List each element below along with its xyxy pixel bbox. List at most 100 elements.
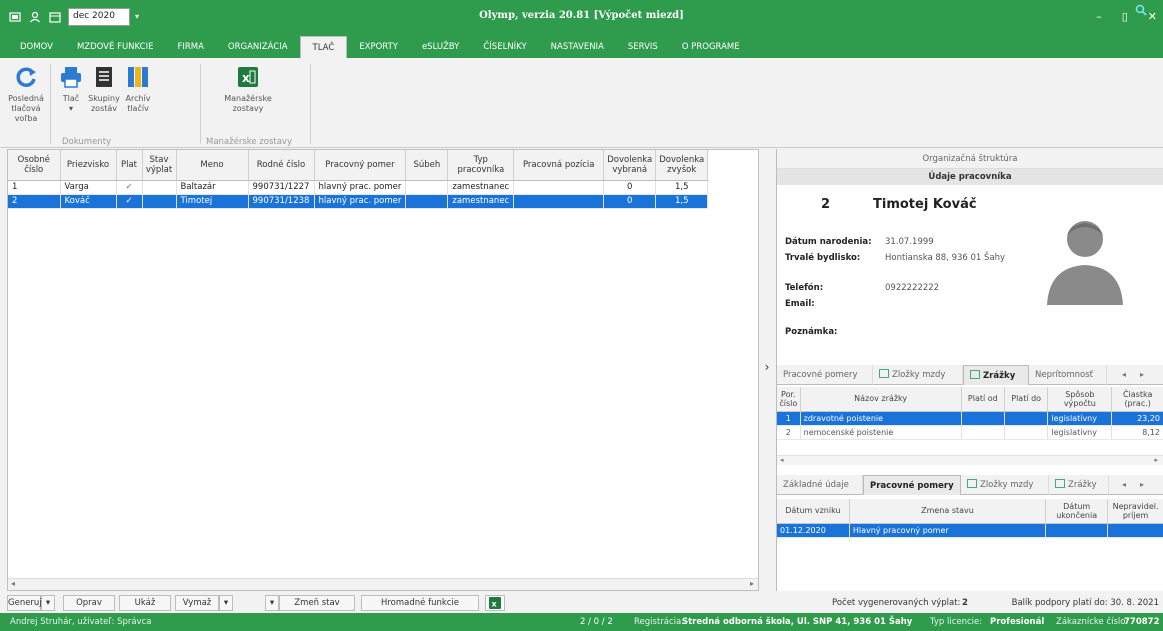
forms-archive-button[interactable]: Archív tlačív xyxy=(122,64,154,114)
menu-tab-0[interactable]: DOMOV xyxy=(8,36,65,58)
binders-icon xyxy=(128,67,148,87)
col-header-plat[interactable]: Plat xyxy=(116,150,143,181)
show-button[interactable]: Ukáž xyxy=(119,595,171,611)
excel-icon: x xyxy=(489,597,501,609)
detail-tabs-bottom: Základné údaje Pracovné pomery Zložky mz… xyxy=(777,475,1163,495)
tab-absence[interactable]: Neprítomnosť xyxy=(1029,365,1107,385)
payslip-count: 2 xyxy=(962,598,968,608)
change-status-button[interactable]: Zmeň stav xyxy=(279,595,355,611)
menu-tab-10[interactable]: O PROGRAME xyxy=(670,36,752,58)
excel-export-button[interactable]: x xyxy=(485,595,505,611)
menu-tab-8[interactable]: NASTAVENIA xyxy=(539,36,616,58)
table-row[interactable]: 1 Varga ✓ Baltazár 990731/1227 hlavný pr… xyxy=(8,180,709,195)
print-button[interactable]: Tlač ▾ xyxy=(56,64,86,114)
col-header-suma[interactable]: Čiastka (prac.) xyxy=(1111,387,1163,412)
period-select[interactable]: dec 2020 ▾ xyxy=(68,8,139,26)
col-header-subeh[interactable]: Súbeh xyxy=(405,150,449,181)
tab-employment-bottom[interactable]: Pracovné pomery xyxy=(863,475,961,495)
menu-tab-4[interactable]: TLAČ xyxy=(299,36,348,58)
employee-name: Timotej Kováč xyxy=(873,197,977,212)
col-header-pozicia[interactable]: Pracovná pozícia xyxy=(513,150,605,181)
col-header-por[interactable]: Por. číslo xyxy=(777,387,801,412)
tab-scroll-arrows-icon[interactable]: ◂▸ xyxy=(1122,475,1158,495)
deductions-table: Por. číslo Názov zrážky Platí od Platí d… xyxy=(777,387,1163,440)
menu-tab-6[interactable]: eSLUŽBY xyxy=(410,36,471,58)
user-icon[interactable] xyxy=(28,10,42,24)
scroll-right-icon[interactable]: ▸ xyxy=(750,579,754,588)
delete-dropdown-icon[interactable]: ▾ xyxy=(219,595,233,611)
col-header-ukoncenie[interactable]: Dátum ukončenia xyxy=(1045,499,1109,524)
group-label-documents: Dokumenty xyxy=(62,137,112,147)
scroll-left-icon[interactable]: ◂ xyxy=(11,579,15,588)
scroll-left-icon[interactable]: ◂ xyxy=(780,456,784,464)
tab-basic-data[interactable]: Základné údaje xyxy=(777,475,863,495)
col-header-stav[interactable]: Stav výplat xyxy=(142,150,177,181)
col-header-dov-zvysok[interactable]: Dovolenka zvyšok xyxy=(655,150,709,181)
tab-wage-components-bottom[interactable]: Zložky mzdy xyxy=(961,475,1049,495)
col-header-rodne[interactable]: Rodné číslo xyxy=(248,150,315,181)
col-header-pomer[interactable]: Pracovný pomer xyxy=(314,150,407,181)
generate-dropdown-icon[interactable]: ▾ xyxy=(41,595,55,611)
menu-tab-1[interactable]: MZDOVÉ FUNKCIE xyxy=(65,36,166,58)
registration-label: Registrácia: xyxy=(634,617,685,627)
generate-button[interactable]: Generuj xyxy=(7,595,42,611)
license-value: Profesionál xyxy=(990,617,1045,627)
ribbon: Posledná tlačová voľba Tlač ▾ Skupiny zo… xyxy=(0,58,1163,148)
management-reports-button[interactable]: x Manažérske zostavy xyxy=(218,64,278,114)
calendar-icon[interactable] xyxy=(48,10,62,24)
bulk-functions-button[interactable]: Hromadné funkcie xyxy=(361,595,479,611)
employee-number: 2 xyxy=(821,197,831,212)
col-header-do[interactable]: Platí do xyxy=(1004,387,1049,412)
printer-icon xyxy=(61,67,81,88)
col-header-dov-vybrana[interactable]: Dovolenka vybraná xyxy=(603,150,657,181)
status-dropdown-icon[interactable]: ▾ xyxy=(265,595,279,611)
table-row[interactable]: 2 nemocenské poistenie legislatívny 8,12 xyxy=(777,425,1163,440)
menu-tab-5[interactable]: EXPORTY xyxy=(347,36,410,58)
col-header-neprav[interactable]: Nepravidel. príjem xyxy=(1107,499,1163,524)
last-print-button[interactable]: Posledná tlačová voľba xyxy=(6,64,46,124)
title-bar: dec 2020 ▾ Olymp, verzia 20.81 [Výpočet … xyxy=(0,0,1163,36)
deductions-scrollbar[interactable]: ◂ ▸ xyxy=(777,455,1163,465)
minimize-icon[interactable]: – xyxy=(1096,10,1102,23)
table-row-selected[interactable]: 01.12.2020 Hlavný pracovný pomer xyxy=(777,523,1163,538)
table-row-selected[interactable]: 1 zdravotné poistenie legislatívny 23,20 xyxy=(777,411,1163,426)
app-menu-icon[interactable] xyxy=(8,10,22,24)
report-groups-button[interactable]: Skupiny zostáv xyxy=(88,64,120,114)
panel-expand-chevron-icon[interactable]: › xyxy=(762,360,772,376)
col-header-vznik[interactable]: Dátum vzniku xyxy=(777,499,850,524)
col-header-priezvisko[interactable]: Priezvisko xyxy=(60,150,117,181)
window-title: Olymp, verzia 20.81 [Výpočet miezd] xyxy=(479,10,684,21)
grid-horizontal-scrollbar[interactable]: ◂ ▸ xyxy=(8,578,758,590)
org-structure-link[interactable]: Organizačná štruktúra xyxy=(777,149,1163,169)
menu-tab-3[interactable]: ORGANIZÁCIA xyxy=(216,36,300,58)
tab-deductions[interactable]: Zrážky xyxy=(963,365,1029,385)
col-header-meno[interactable]: Meno xyxy=(176,150,249,181)
menu-tab-7[interactable]: ČÍSELNÍKY xyxy=(471,36,538,58)
col-header-zmena[interactable]: Zmena stavu xyxy=(849,499,1047,524)
grid-header-row: Osobné číslo Priezvisko Plat Stav výplat… xyxy=(8,150,709,181)
col-header-osobne[interactable]: Osobné číslo xyxy=(8,150,61,181)
col-header-od[interactable]: Platí od xyxy=(961,387,1006,412)
search-icon[interactable] xyxy=(1135,4,1147,19)
tab-deductions-bottom[interactable]: Zrážky xyxy=(1049,475,1109,495)
delete-button[interactable]: Vymaž xyxy=(175,595,219,611)
restore-icon[interactable]: ▯ xyxy=(1122,10,1128,23)
menu-tab-9[interactable]: SERVIS xyxy=(616,36,670,58)
action-toolbar: Generuj ▾ Oprav Ukáž Vymaž ▾ ▾ Zmeň stav… xyxy=(7,593,759,613)
menu-tab-2[interactable]: FIRMA xyxy=(165,36,215,58)
chevron-down-icon[interactable]: ▾ xyxy=(131,10,143,24)
close-icon[interactable]: ✕ xyxy=(1148,10,1157,23)
customer-label: Zákaznícke číslo: xyxy=(1056,617,1129,627)
birth-label: Dátum narodenia: xyxy=(785,237,872,247)
tab-employment[interactable]: Pracovné pomery xyxy=(777,365,873,385)
edit-button[interactable]: Oprav xyxy=(63,595,115,611)
col-header-typ[interactable]: Typ pracovníka xyxy=(447,150,515,181)
phone-label: Telefón: xyxy=(785,283,824,293)
registration-value: Stredná odborná škola, Ul. SNP 41, 936 0… xyxy=(682,617,913,627)
tab-wage-components[interactable]: Zložky mzdy xyxy=(873,365,963,385)
col-header-sposob[interactable]: Spôsob výpočtu xyxy=(1047,387,1113,412)
table-row-selected[interactable]: 2 Kováč ✓ Timotej 990731/1238 hlavný pra… xyxy=(8,194,709,209)
tab-scroll-arrows-icon[interactable]: ◂▸ xyxy=(1122,365,1158,385)
scroll-right-icon[interactable]: ▸ xyxy=(1154,456,1158,464)
col-header-nazov[interactable]: Názov zrážky xyxy=(800,387,962,412)
